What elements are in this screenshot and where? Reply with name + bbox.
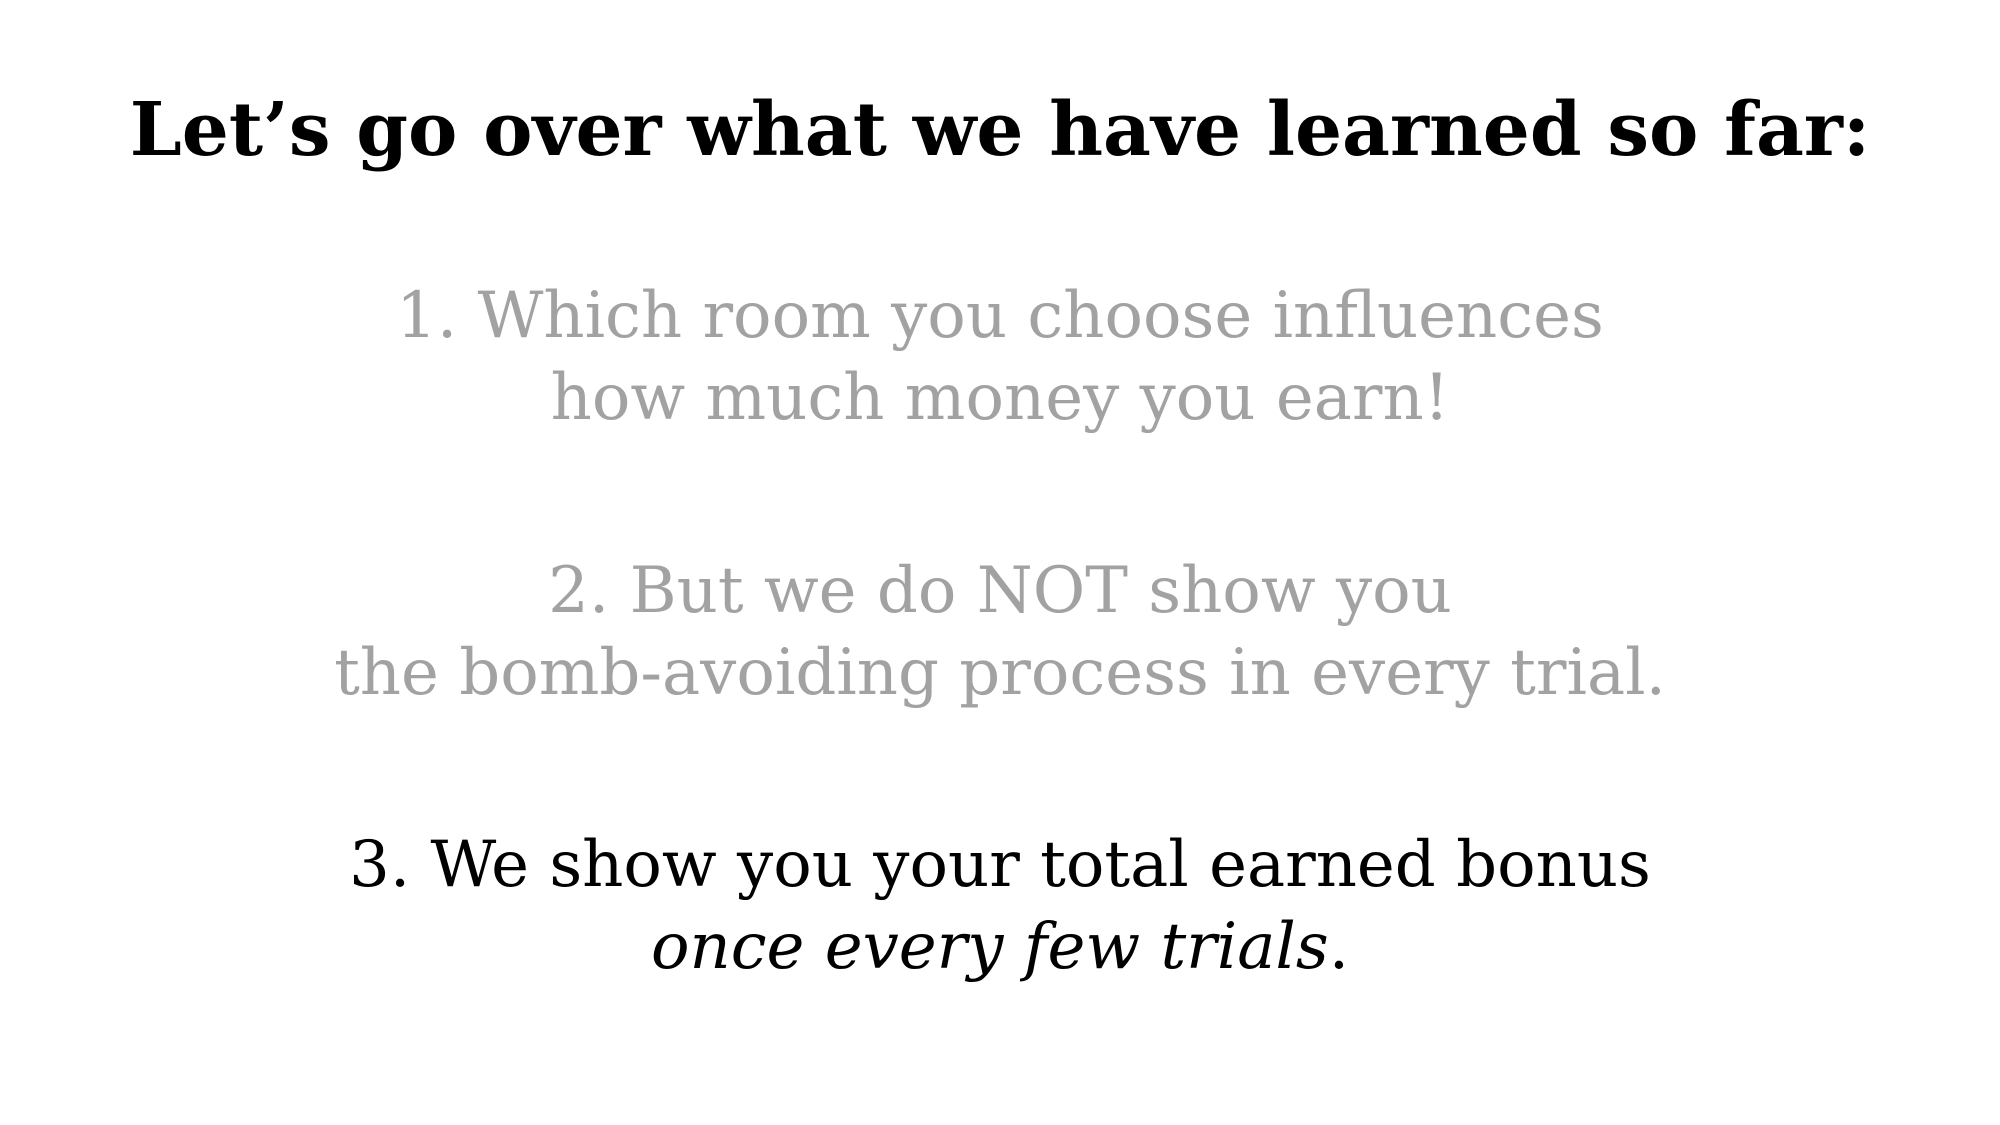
summary-point-3-emphasis: once every few trials xyxy=(650,910,1329,984)
summary-point-3-period: . xyxy=(1328,910,1350,984)
summary-point-3: 3. We show you your total earned bonus o… xyxy=(0,824,2000,988)
instruction-slide: Let’s go over what we have learned so fa… xyxy=(0,0,2000,1125)
slide-title: Let’s go over what we have learned so fa… xyxy=(129,87,1871,173)
summary-point-3-line-1: 3. We show you your total earned bonus xyxy=(349,828,1651,902)
summary-point-1: 1. Which room you choose influences how … xyxy=(0,275,2000,439)
summary-point-2: 2. But we do NOT show you the bomb-avoid… xyxy=(0,550,2000,714)
summary-point-1-line-2: how much money you earn! xyxy=(550,361,1450,435)
summary-point-1-line-1: 1. Which room you choose influences xyxy=(396,279,1604,353)
summary-point-3-line-2: once every few trials. xyxy=(0,906,2000,988)
summary-point-2-line-1: 2. But we do NOT show you xyxy=(548,554,1452,628)
summary-point-2-line-2: the bomb-avoiding process in every trial… xyxy=(334,636,1666,710)
